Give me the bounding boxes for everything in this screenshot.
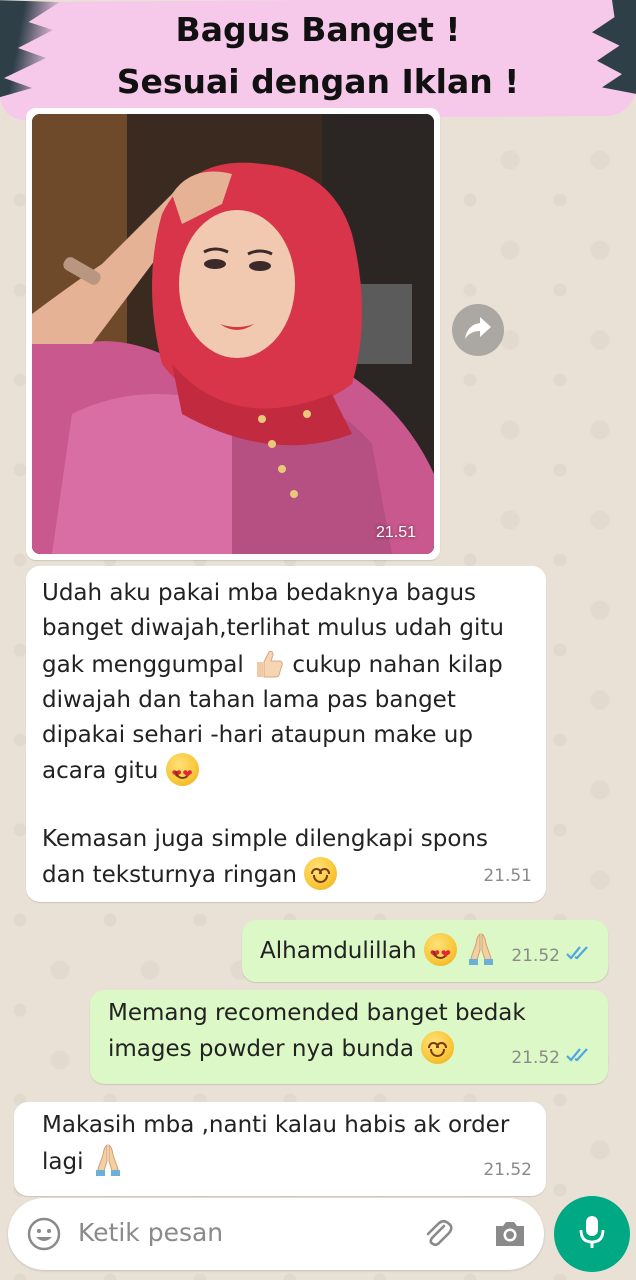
heart-eyes-emoji-icon [165,753,199,792]
emoji-icon[interactable] [26,1216,62,1257]
mic-icon [577,1214,607,1255]
message-timestamp: 21.52 [483,1160,532,1180]
heart-eyes-emoji-icon [423,933,457,972]
message-line: Udah aku pakai mba bedaknya bagus [42,580,477,606]
message-timestamp: 21.52 [511,1048,560,1068]
message-body: Makasih mba ,nanti kalau habis ak order … [42,1108,509,1180]
double-check-icon [566,1041,594,1076]
message-line: diwajah dan tahan lama pas banget [42,687,456,713]
message-meta: 21.52 [483,1153,532,1188]
message-text: gak menggumpal [42,652,244,678]
message-line: lagi [42,1143,509,1180]
message-input-placeholder[interactable]: Ketik pesan [78,1218,223,1247]
message-body: Memang recomended banget bedak images po… [108,996,526,1067]
message-body: Alhamdulillah [260,932,498,972]
message-line: banget diwajah,terlihat mulus udah gitu [42,615,505,641]
smiling-face-emoji-icon [304,857,338,890]
photo-timestamp: 21.51 [375,524,416,541]
mic-button[interactable] [554,1196,630,1272]
message-line: images powder nya bunda [108,1031,526,1067]
thumbs-up-icon [251,646,285,680]
message-line: Memang recomended banget bedak [108,1000,526,1026]
message-text: cukup nahan kilap [292,652,503,678]
incoming-message-review[interactable]: Udah aku pakai mba bedaknya bagus banget… [26,566,546,902]
folded-hands-icon [464,932,498,966]
message-line: Makasih mba ,nanti kalau habis ak order [42,1112,510,1138]
selfie-illustration [32,114,434,554]
smiling-face-emoji-icon [421,1031,455,1064]
incoming-message-thanks[interactable]: Makasih mba ,nanti kalau habis ak order … [14,1102,546,1196]
forward-icon [465,316,491,344]
message-line: dan teksturnya ringan [42,857,504,893]
message-timestamp: 21.52 [511,946,560,966]
message-text: Alhamdulillah [260,938,417,964]
banner-line-2: Sesuai dengan Iklan ! [116,62,520,101]
message-line: Kemasan juga simple dilengkapi spons [42,826,488,852]
message-line: gak menggumpal cukup nahan kilap [42,646,504,683]
folded-hands-icon [91,1143,125,1177]
message-meta: 21.52 [511,939,594,974]
message-timestamp: 21.51 [483,866,532,886]
outgoing-message-recommended[interactable]: Memang recomended banget bedak images po… [90,990,608,1084]
attach-icon[interactable] [420,1216,456,1257]
message-line: acara gitu [42,753,504,792]
message-input-bar[interactable]: Ketik pesan [8,1198,544,1270]
message-meta: 21.51 [483,859,532,894]
message-text: lagi [42,1149,84,1175]
banner-line-1: Bagus Banget ! [175,10,461,49]
forward-button[interactable] [452,304,504,356]
message-body: Udah aku pakai mba bedaknya bagus banget… [42,576,504,893]
banner-headline: Bagus Banget ! Sesuai dengan Iklan ! [0,4,636,108]
double-check-icon [566,939,594,974]
camera-icon[interactable] [492,1216,528,1257]
message-text: acara gitu [42,758,159,784]
message-meta: 21.52 [511,1041,594,1076]
outgoing-message-alhamdulillah[interactable]: Alhamdulillah 21.52 [242,920,608,982]
message-text: images powder nya bunda [108,1036,414,1062]
selfie-photo[interactable]: 21.51 [32,114,434,554]
message-line: dipakai sehari -hari ataupun make up [42,722,473,748]
photo-message[interactable]: 21.51 [26,108,440,560]
message-text: dan teksturnya ringan [42,862,297,888]
